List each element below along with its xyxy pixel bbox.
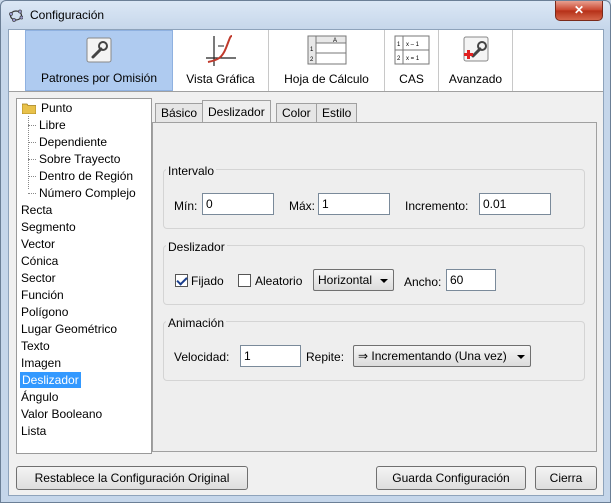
cas-row-text: x = 1 bbox=[406, 56, 420, 62]
fijado-label: Fijado bbox=[191, 274, 224, 288]
category-toolbar: Patrones por Omisión Vista Gráfica A 1 2… bbox=[9, 30, 603, 92]
geogebra-icon bbox=[9, 9, 23, 22]
cas-row-text: x – 1 bbox=[406, 42, 420, 48]
close-button[interactable]: Cierra bbox=[535, 466, 597, 490]
toolbar-cas-button[interactable]: 1 x – 1 2 x = 1 CAS bbox=[385, 30, 439, 91]
aleatorio-label: Aleatorio bbox=[255, 274, 303, 288]
tree-item-texto[interactable]: Texto bbox=[21, 338, 50, 354]
tree-item-sector[interactable]: Sector bbox=[21, 270, 56, 286]
animacion-group-title: Animación bbox=[166, 316, 227, 330]
tree-item-lista[interactable]: Lista bbox=[21, 423, 46, 439]
repeat-select[interactable]: ⇒ Incrementando (Una vez) bbox=[353, 345, 531, 367]
chevron-down-icon bbox=[517, 355, 525, 359]
increment-input[interactable] bbox=[479, 193, 551, 215]
toolbar-spreadsheet-button[interactable]: A 1 2 Hoja de Cálculo bbox=[269, 30, 385, 91]
repeat-value: ⇒ Incrementando (Una vez) bbox=[358, 349, 507, 363]
advanced-wrench-icon bbox=[463, 36, 488, 62]
window-title: Configuración bbox=[30, 8, 105, 22]
tree-item-vector[interactable]: Vector bbox=[21, 236, 55, 252]
folder-icon bbox=[22, 103, 36, 114]
tree-item-valor-booleano[interactable]: Valor Booleano bbox=[21, 406, 102, 422]
graph-icon bbox=[205, 35, 236, 66]
fijado-checkbox[interactable] bbox=[175, 274, 188, 287]
tree-item-conica[interactable]: Cónica bbox=[21, 253, 58, 269]
tree-connector bbox=[28, 116, 29, 189]
tree-item-sobre-trayecto[interactable]: Sobre Trayecto bbox=[39, 151, 120, 167]
toolbar-graphics-button[interactable]: Vista Gráfica bbox=[173, 30, 269, 91]
repite-label: Repite: bbox=[306, 350, 345, 364]
spreadsheet-icon: A 1 2 bbox=[307, 35, 346, 65]
tree-item-poligono[interactable]: Polígono bbox=[21, 304, 68, 320]
toolbar-defaults-button[interactable]: Patrones por Omisión bbox=[25, 30, 173, 91]
aleatorio-checkbox[interactable] bbox=[238, 274, 251, 287]
tree-connector bbox=[28, 176, 36, 177]
velocidad-label: Velocidad: bbox=[174, 350, 230, 364]
toolbar-label: CAS bbox=[399, 72, 424, 86]
tree-item-recta[interactable]: Recta bbox=[21, 202, 52, 218]
reset-defaults-button[interactable]: Restablece la Configuración Original bbox=[16, 466, 248, 490]
window-close-button[interactable]: ✕ bbox=[555, 1, 603, 21]
toolbar-label: Patrones por Omisión bbox=[40, 71, 158, 85]
toolbar-label: Avanzado bbox=[448, 72, 503, 86]
toolbar-advanced-button[interactable]: Avanzado bbox=[439, 30, 513, 91]
tree-item-segmento[interactable]: Segmento bbox=[21, 219, 76, 235]
tree-item-dentro-de-region[interactable]: Dentro de Región bbox=[39, 168, 133, 184]
increment-label: Incremento: bbox=[405, 199, 469, 213]
max-label: Máx: bbox=[289, 199, 316, 213]
wrench-icon bbox=[86, 37, 112, 63]
tab-basico[interactable]: Básico bbox=[155, 103, 204, 123]
cas-icon: 1 x – 1 2 x = 1 bbox=[394, 35, 429, 65]
tab-estilo[interactable]: Estilo bbox=[316, 103, 358, 123]
dialog-body: Patrones por Omisión Vista Gráfica A 1 2… bbox=[8, 29, 604, 496]
toolbar-label: Vista Gráfica bbox=[186, 72, 255, 86]
tree-item-deslizador[interactable]: Deslizador bbox=[20, 372, 81, 388]
intervalo-group-title: Intervalo bbox=[166, 164, 217, 178]
tree-connector bbox=[28, 193, 36, 194]
min-label: Mín: bbox=[174, 199, 198, 213]
ancho-input[interactable] bbox=[446, 269, 496, 291]
object-type-tree[interactable]: Punto Libre Dependiente Sobre Trayecto D… bbox=[16, 98, 152, 454]
tree-item-lugar-geometrico[interactable]: Lugar Geométrico bbox=[21, 321, 117, 337]
tree-connector bbox=[28, 159, 36, 160]
tree-item-libre[interactable]: Libre bbox=[39, 117, 66, 133]
orientation-value: Horizontal bbox=[318, 273, 373, 287]
tab-color[interactable]: Color bbox=[276, 103, 317, 123]
tab-deslizador[interactable]: Deslizador bbox=[202, 100, 271, 123]
tree-item-angulo[interactable]: Ángulo bbox=[21, 389, 58, 405]
min-input[interactable] bbox=[202, 193, 274, 215]
tree-item-imagen[interactable]: Imagen bbox=[21, 355, 61, 371]
tree-item-funcion[interactable]: Función bbox=[21, 287, 64, 303]
toolbar-label: Hoja de Cálculo bbox=[284, 72, 369, 86]
settings-window: Configuración ✕ Patrones por Omisión Vis… bbox=[0, 0, 611, 503]
tree-item-dependiente[interactable]: Dependiente bbox=[39, 134, 107, 150]
tab-content-panel: Intervalo Mín: Máx: Incremento: Deslizad… bbox=[152, 122, 597, 452]
deslizador-group-title: Deslizador bbox=[166, 240, 227, 254]
tree-connector bbox=[28, 125, 36, 126]
tree-item-punto[interactable]: Punto bbox=[41, 100, 72, 116]
chevron-down-icon bbox=[380, 279, 388, 283]
orientation-select[interactable]: Horizontal bbox=[313, 269, 394, 291]
title-bar[interactable]: Configuración ✕ bbox=[1, 1, 610, 29]
dialog-button-bar: Restablece la Configuración Original Gua… bbox=[9, 458, 603, 496]
save-settings-button[interactable]: Guarda Configuración bbox=[376, 466, 526, 490]
ancho-label: Ancho: bbox=[404, 275, 442, 289]
velocidad-input[interactable] bbox=[240, 345, 301, 367]
tree-item-numero-complejo[interactable]: Número Complejo bbox=[39, 185, 136, 201]
spreadsheet-col-text: A bbox=[333, 38, 337, 44]
max-input[interactable] bbox=[318, 193, 390, 215]
tree-connector bbox=[28, 142, 36, 143]
